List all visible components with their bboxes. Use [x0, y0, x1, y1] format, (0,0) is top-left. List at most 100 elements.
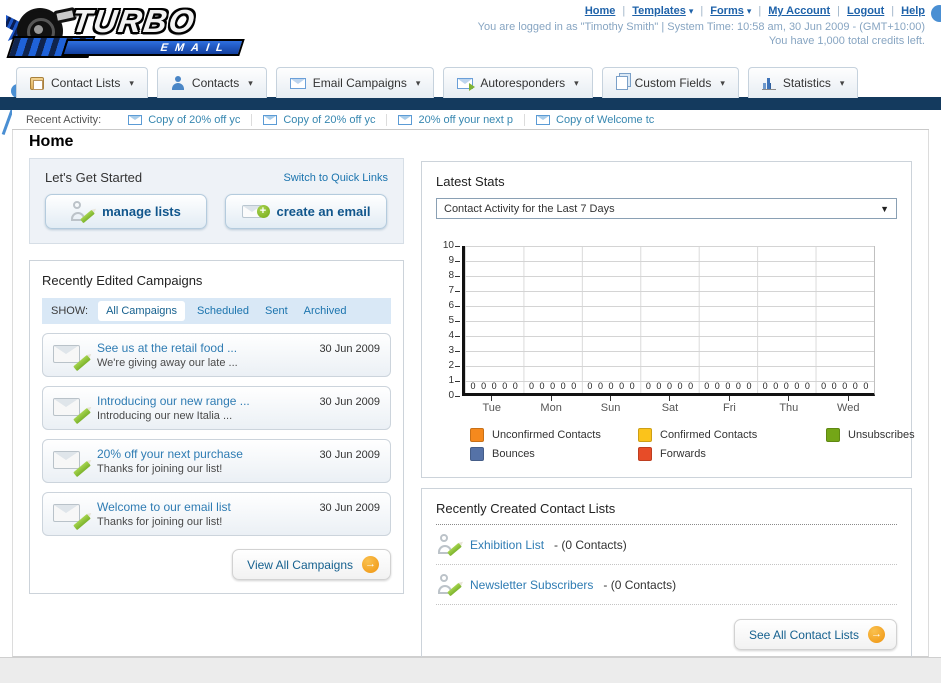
envelope-edit-icon — [53, 343, 91, 371]
recent-activity-item[interactable]: Copy of 20% off yc — [117, 114, 251, 126]
top-nav-link-forms[interactable]: Forms — [710, 5, 744, 17]
top-nav-link-help[interactable]: Help — [901, 5, 925, 17]
tab-autoresponders[interactable]: Autoresponders ▾ — [443, 67, 593, 98]
series-value-label: 0 — [831, 381, 837, 391]
recent-activity-item[interactable]: 20% off your next p — [386, 113, 524, 126]
series-value-label: 0 — [656, 381, 662, 391]
see-all-contact-lists-button[interactable]: See All Contact Lists → — [733, 619, 897, 650]
campaign-title-link[interactable]: Welcome to our email list — [97, 500, 319, 514]
series-value-label: 0 — [571, 381, 577, 391]
series-value-label: 0 — [560, 381, 566, 391]
stats-dropdown[interactable]: Contact Activity for the Last 7 Days ▼ — [436, 198, 897, 219]
chevron-down-icon: ▾ — [248, 77, 253, 88]
navy-divider-bar — [0, 97, 941, 110]
chart-day-group: 00000 — [523, 381, 581, 391]
top-nav-link-home[interactable]: Home — [585, 5, 616, 17]
campaign-title-link[interactable]: Introducing our new range ... — [97, 394, 319, 408]
campaigns-filter-tabs: SHOW: All Campaigns Scheduled Sent Archived — [42, 298, 391, 324]
top-nav-item: Help — [901, 5, 925, 17]
series-value-label: 0 — [852, 381, 858, 391]
campaign-card[interactable]: Welcome to our email list Thanks for join… — [42, 492, 391, 536]
x-axis-tick-label: Tue — [482, 402, 501, 414]
campaigns-panel-title: Recently Edited Campaigns — [42, 273, 203, 288]
campaign-card[interactable]: Introducing our new range ... Introducing… — [42, 386, 391, 430]
campaigns-tab-archived[interactable]: Archived — [304, 305, 347, 317]
legend-item: Confirmed Contacts — [638, 428, 826, 442]
y-axis-tick-label: 4 — [448, 330, 454, 341]
campaign-card[interactable]: See us at the retail food ... We're givin… — [42, 333, 391, 377]
chart-day-group: 00000 — [816, 381, 874, 391]
person-edit-icon — [438, 574, 462, 597]
campaign-card[interactable]: 20% off your next purchase Thanks for joi… — [42, 439, 391, 483]
recently-edited-campaigns-panel: Recently Edited Campaigns SHOW: All Camp… — [29, 260, 404, 594]
campaigns-tab-scheduled[interactable]: Scheduled — [197, 305, 249, 317]
chevron-down-icon: ▾ — [415, 77, 421, 88]
chart-day-group: 00000 — [582, 381, 640, 391]
y-axis-tick — [455, 321, 460, 322]
recent-activity-items: Copy of 20% off yc Copy of 20% off yc 20% … — [117, 110, 665, 129]
legend-label: Unsubscribes — [848, 429, 915, 441]
manage-lists-button[interactable]: manage lists — [45, 194, 207, 229]
series-value-label: 0 — [608, 381, 614, 391]
x-axis-tick-label: Mon — [540, 402, 562, 414]
tab-contacts[interactable]: Contacts ▾ — [156, 67, 267, 98]
campaign-text: See us at the retail food ... We're givin… — [97, 341, 319, 369]
contact-list-name-link[interactable]: Exhibition List — [470, 538, 544, 552]
campaign-subtitle: Introducing our new Italia ... — [97, 409, 233, 422]
campaign-text: Welcome to our email list Thanks for join… — [97, 500, 319, 528]
switch-quick-links-link[interactable]: Switch to Quick Links — [283, 172, 388, 184]
y-axis-tick-label: 7 — [448, 285, 454, 296]
campaign-subtitle: Thanks for joining our list! — [97, 462, 223, 475]
activity-link-label: Copy of 20% off yc — [283, 113, 376, 126]
chevron-down-icon: ▾ — [129, 77, 134, 88]
create-email-button[interactable]: + create an email — [225, 194, 387, 229]
legend-label: Unconfirmed Contacts — [492, 429, 601, 441]
series-value-label: 0 — [863, 381, 869, 391]
top-nav-link-logout[interactable]: Logout — [847, 5, 884, 17]
tab-custom-fields[interactable]: Custom Fields ▾ — [601, 67, 739, 98]
campaign-date: 30 Jun 2009 — [319, 343, 380, 355]
button-label: See All Contact Lists — [748, 627, 859, 642]
campaign-title-link[interactable]: See us at the retail food ... — [97, 341, 319, 355]
envelope-icon — [536, 114, 551, 125]
campaigns-tab-sent[interactable]: Sent — [265, 305, 288, 317]
legend-item: Forwards — [638, 447, 826, 461]
recent-activity-item[interactable]: Copy of Welcome tc — [524, 113, 665, 126]
stats-dropdown-value: Contact Activity for the Last 7 Days — [444, 202, 615, 215]
person-edit-icon — [71, 200, 95, 223]
y-axis-tick — [455, 306, 460, 307]
recent-activity-label: Recent Activity: — [26, 113, 102, 126]
latest-stats-panel: Latest Stats Contact Activity for the La… — [421, 161, 915, 478]
contact-list-name-link[interactable]: Newsletter Subscribers — [470, 578, 593, 592]
series-value-label: 0 — [804, 381, 810, 391]
tab-contact-lists[interactable]: Contact Lists ▾ — [16, 67, 148, 98]
envelope-edit-icon — [53, 449, 91, 477]
x-axis-tick — [610, 396, 612, 401]
person-edit-icon — [438, 534, 462, 557]
x-axis-tick-label: Fri — [722, 402, 736, 414]
nav-separator: | — [837, 5, 841, 17]
campaigns-tab-all-campaigns[interactable]: All Campaigns — [98, 301, 185, 321]
campaign-title-link[interactable]: 20% off your next purchase — [97, 447, 319, 461]
tab-statistics[interactable]: Statistics ▾ — [747, 67, 859, 98]
get-started-panel: Let's Get Started Switch to Quick Links … — [29, 158, 404, 244]
credits-info: You have 1,000 total credits left. — [768, 35, 925, 47]
contact-list-item[interactable]: Exhibition List - (0 Contacts) — [436, 525, 897, 565]
chart-day-group: 00000 — [699, 381, 757, 391]
recent-activity-item[interactable]: Copy of 20% off yc — [251, 113, 386, 126]
contact-list-item[interactable]: Newsletter Subscribers - (0 Contacts) — [436, 565, 897, 605]
top-nav-link-my-account[interactable]: My Account — [768, 5, 830, 17]
envelope-arrow-icon — [457, 77, 476, 91]
series-value-label: 0 — [794, 381, 800, 391]
logo-text-email: EMAIL — [158, 41, 232, 54]
nav-separator: | — [758, 5, 762, 17]
tab-email-campaigns[interactable]: Email Campaigns ▾ — [275, 67, 435, 98]
envelope-edit-icon — [53, 396, 91, 424]
tab-label: Email Campaigns — [312, 76, 407, 90]
top-nav-link-templates[interactable]: Templates — [632, 5, 686, 17]
y-axis-tick-label: 9 — [448, 255, 454, 266]
contact-activity-chart: 10 9 8 7 6 5 4 3 2 1 0 000000000000000000000000000… — [436, 241, 897, 401]
view-all-campaigns-button[interactable]: View All Campaigns → — [232, 549, 391, 580]
legend-swatch — [638, 447, 652, 461]
y-axis-tick-label: 10 — [442, 240, 454, 251]
